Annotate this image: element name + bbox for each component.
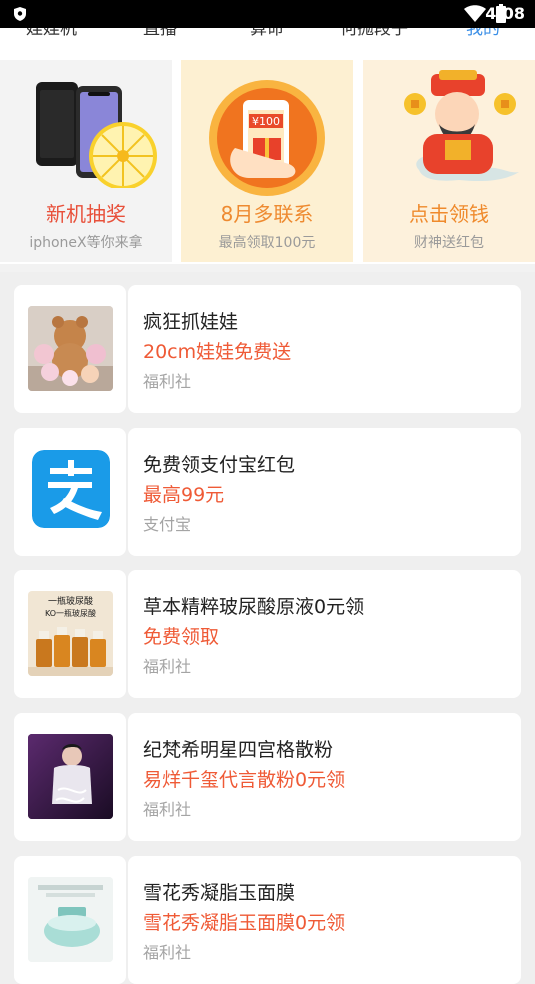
wealth-god-icon: [404, 70, 519, 182]
list-item[interactable]: 雪花秀凝脂玉面膜 雪花秀凝脂玉面膜0元领 福利社: [14, 856, 521, 984]
alipay-logo-icon: [32, 450, 110, 528]
tab-live[interactable]: 直播: [143, 28, 177, 39]
thumb-caption: 一瓶玻尿酸: [47, 597, 93, 607]
shield-icon: [14, 7, 26, 21]
item-highlight: 易烊千玺代言散粉0元领: [143, 769, 346, 791]
tab-mine[interactable]: 我的: [466, 28, 500, 39]
tab-fortune[interactable]: 算命: [250, 28, 284, 39]
banner-subtitle: iphoneX等你来拿: [29, 235, 143, 251]
item-body: 草本精粹玻尿酸原液0元领 免费领取 福利社: [128, 570, 521, 698]
banner-title: 8月多联系: [220, 202, 314, 226]
thumbnail-box: 一瓶玻尿酸 KO一瓶玻尿酸: [14, 570, 126, 698]
item-title: 免费领支付宝红包: [143, 454, 296, 476]
svg-text:¥100: ¥100: [252, 115, 280, 128]
phone-wheel-icon: [36, 82, 157, 188]
banner-new-phone-lottery[interactable]: 新机抽奖 iphoneX等你来拿: [0, 60, 172, 262]
banner-august-contact[interactable]: ¥100 8月多联系 最高领取100元: [181, 60, 353, 262]
item-body: 疯狂抓娃娃 20cm娃娃免费送 福利社: [128, 285, 521, 413]
thumb-caption: KO一瓶玻尿酸: [44, 609, 97, 618]
item-source: 福利社: [143, 800, 192, 819]
list-item[interactable]: 免费领支付宝红包 最高99元 支付宝: [14, 428, 521, 556]
tab-claw-machine[interactable]: 娃娃机: [26, 28, 77, 39]
list-item[interactable]: 一瓶玻尿酸 KO一瓶玻尿酸 草本精粹玻尿酸原液0元领 免费领取 福利社: [14, 570, 521, 698]
plush-toys-thumb: [28, 306, 113, 391]
serum-bottles-thumb: 一瓶玻尿酸 KO一瓶玻尿酸: [28, 591, 113, 676]
item-source: 支付宝: [143, 515, 192, 534]
promo-banner-row: 新机抽奖 iphoneX等你来拿 ¥100 8月多联系 最高领取100元 点击领…: [0, 58, 535, 264]
banner-click-get-money[interactable]: 点击领钱 财神送红包: [363, 60, 535, 262]
item-body: 雪花秀凝脂玉面膜 雪花秀凝脂玉面膜0元领 福利社: [128, 856, 521, 984]
thumbnail-box: [14, 856, 126, 984]
item-highlight: 雪花秀凝脂玉面膜0元领: [143, 912, 346, 934]
item-source: 福利社: [143, 943, 192, 962]
item-highlight: 免费领取: [143, 626, 220, 648]
wifi-icon: [464, 5, 486, 22]
item-title: 纪梵希明星四宫格散粉: [143, 739, 334, 761]
banner-subtitle: 最高领取100元: [218, 235, 316, 251]
celebrity-poster-thumb: [28, 734, 113, 819]
list-item[interactable]: 疯狂抓娃娃 20cm娃娃免费送 福利社: [14, 285, 521, 413]
clock: 4:08: [485, 4, 525, 23]
banner-title: 点击领钱: [409, 202, 489, 226]
tab-jokes[interactable]: 何抛段子: [340, 28, 408, 39]
item-source: 福利社: [143, 657, 192, 676]
thumbnail-box: [14, 713, 126, 841]
item-body: 纪梵希明星四宫格散粉 易烊千玺代言散粉0元领 福利社: [128, 713, 521, 841]
item-title: 雪花秀凝脂玉面膜: [143, 882, 296, 904]
item-source: 福利社: [143, 372, 192, 391]
banner-subtitle: 财神送红包: [414, 235, 484, 251]
face-cream-thumb: [28, 877, 113, 962]
item-highlight: 20cm娃娃免费送: [143, 341, 292, 363]
status-bar: 4:08: [0, 0, 535, 28]
item-highlight: 最高99元: [143, 484, 225, 506]
section-divider: [0, 264, 535, 272]
banner-title: 新机抽奖: [46, 202, 126, 226]
thumbnail-box: [14, 428, 126, 556]
item-title: 疯狂抓娃娃: [143, 311, 239, 333]
item-title: 草本精粹玻尿酸原液0元领: [143, 596, 365, 618]
list-item[interactable]: 纪梵希明星四宫格散粉 易烊千玺代言散粉0元领 福利社: [14, 713, 521, 841]
thumbnail-box: [14, 285, 126, 413]
red-envelope-icon: ¥100: [209, 80, 325, 196]
item-body: 免费领支付宝红包 最高99元 支付宝: [128, 428, 521, 556]
top-tab-bar: 娃娃机 直播 算命 何抛段子 我的: [0, 28, 535, 58]
